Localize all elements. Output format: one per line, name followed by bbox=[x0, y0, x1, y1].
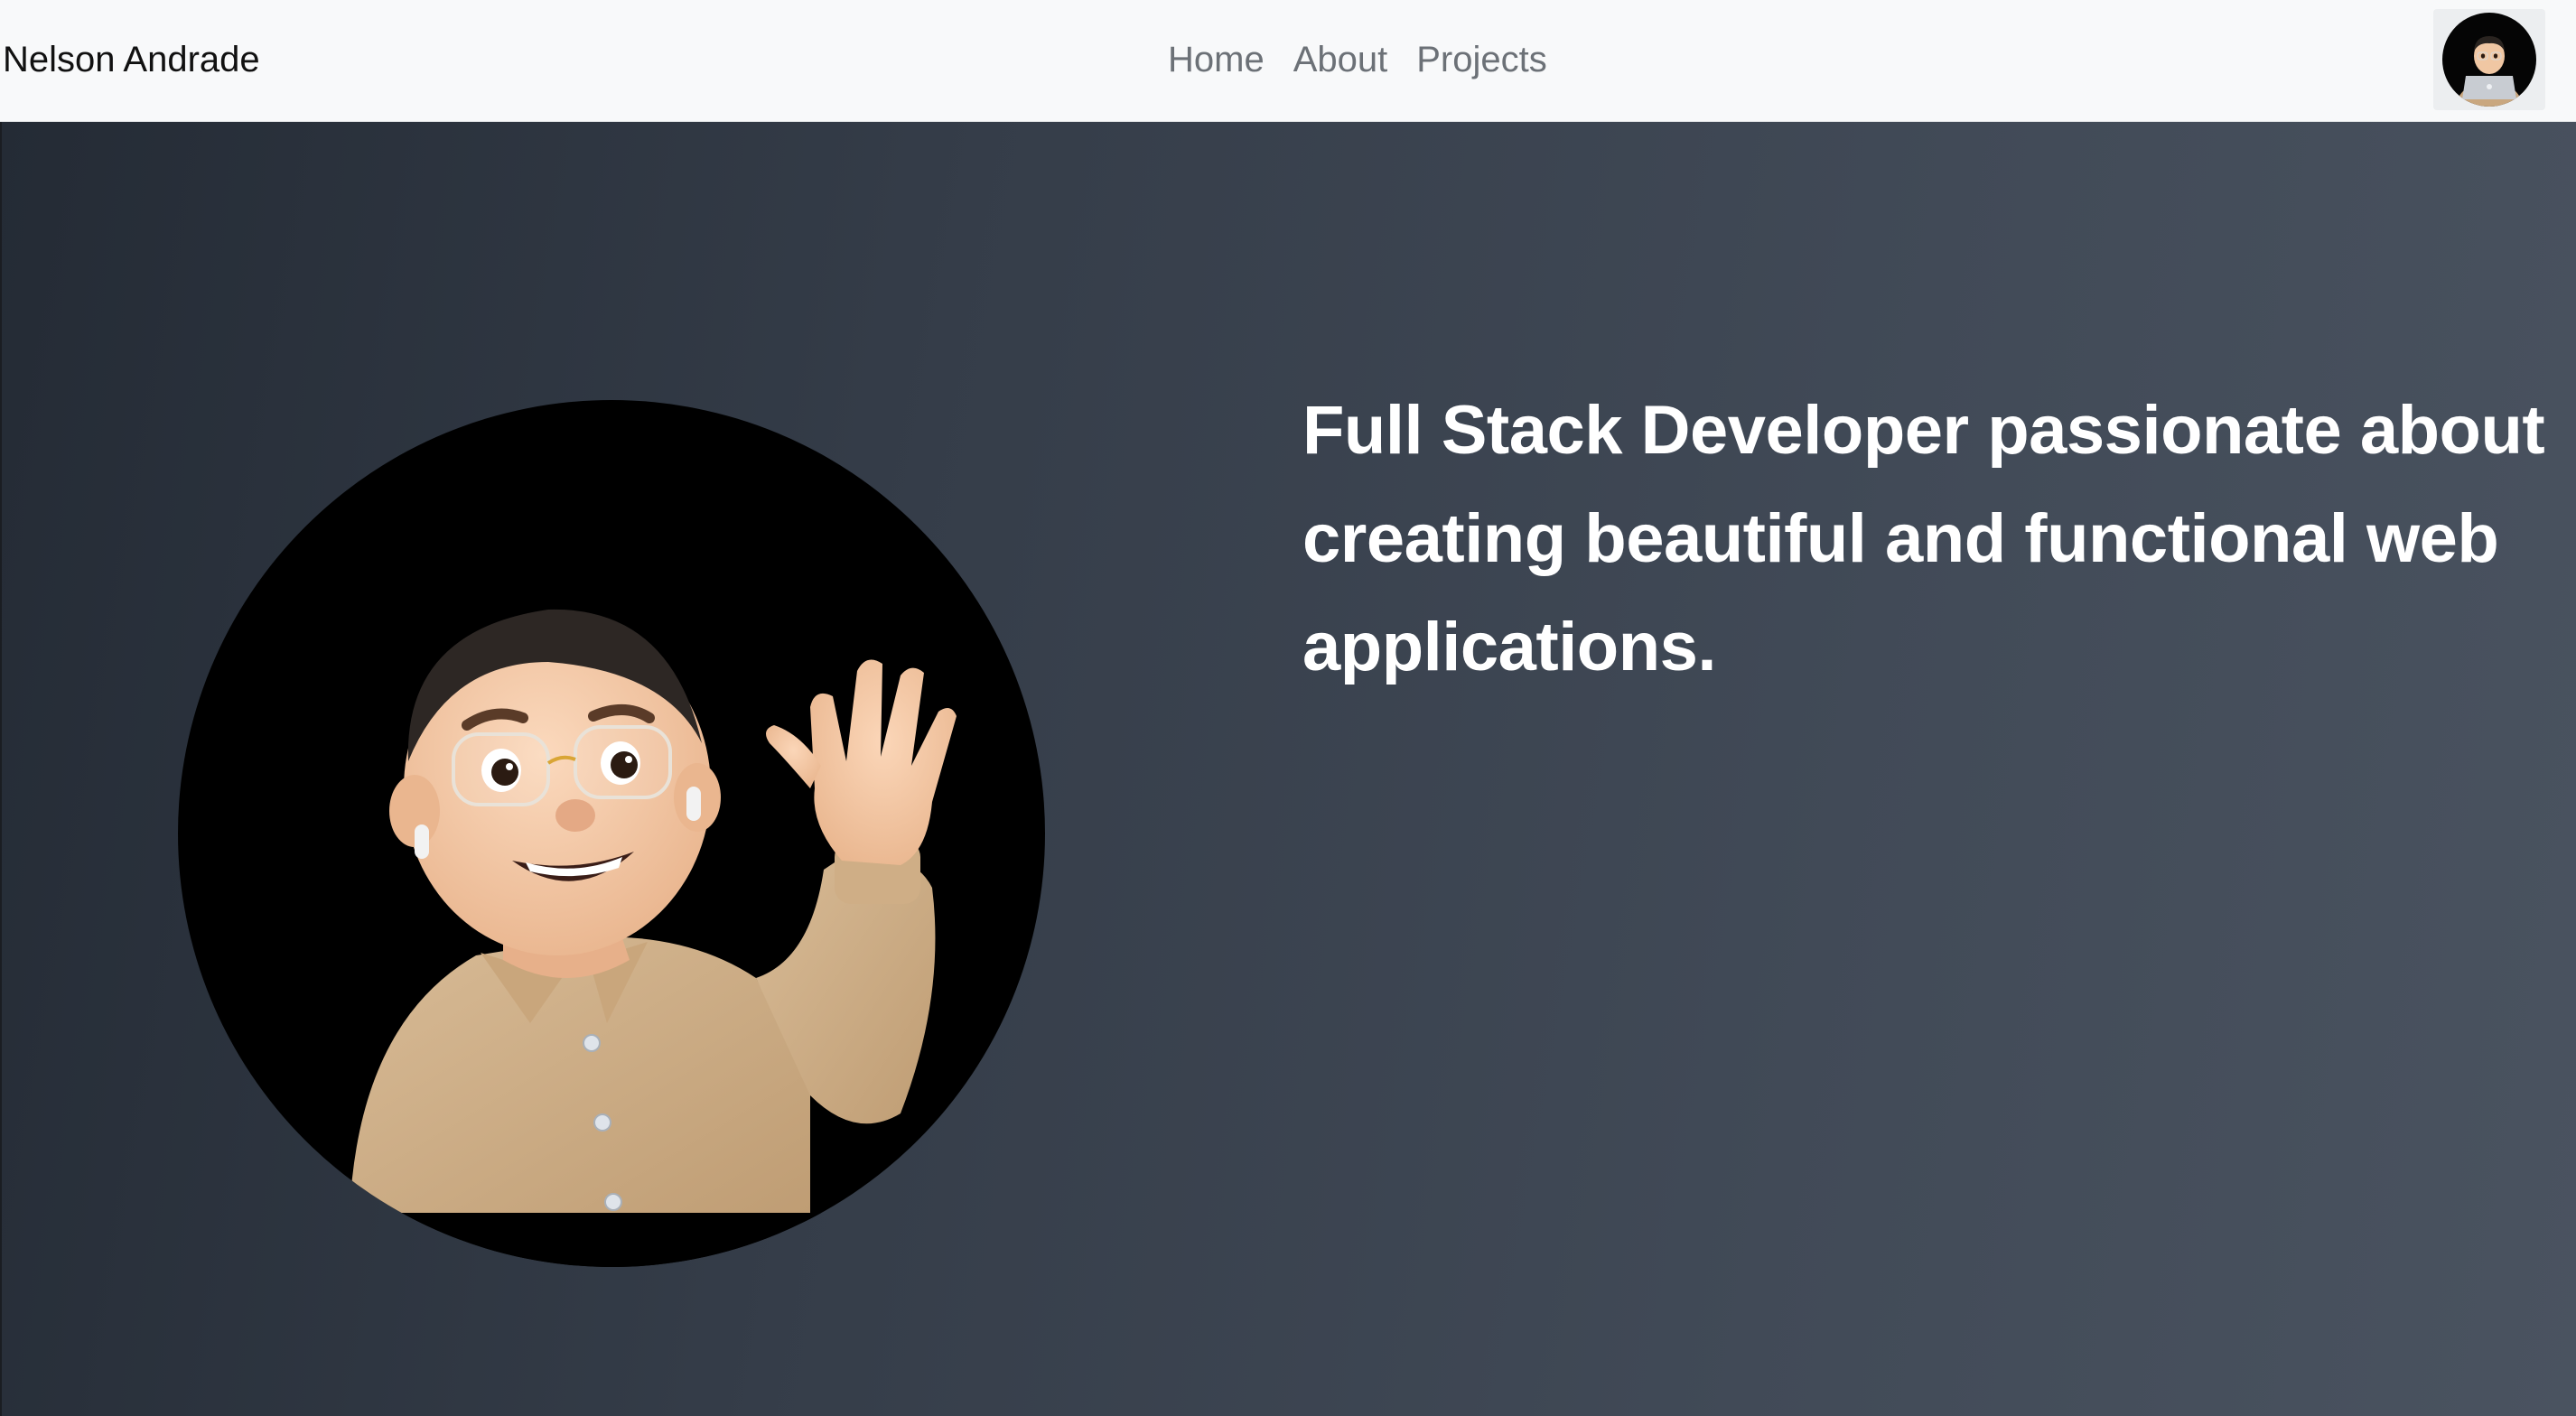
nav-link-projects[interactable]: Projects bbox=[1416, 36, 1547, 83]
nav-link-home[interactable]: Home bbox=[1168, 36, 1265, 83]
nav-link-about[interactable]: About bbox=[1293, 36, 1388, 83]
avatar[interactable] bbox=[2433, 9, 2545, 110]
hero-section: Full Stack Developer passionate about cr… bbox=[0, 122, 2576, 1416]
hero-tagline: Full Stack Developer passionate about cr… bbox=[1302, 392, 2545, 685]
nav-links: Home About Projects bbox=[1168, 36, 1547, 83]
memoji-laptop-avatar-icon bbox=[2442, 13, 2536, 107]
page: Nelson Andrade Home About Projects Full … bbox=[0, 0, 2576, 1416]
navbar: Nelson Andrade Home About Projects bbox=[0, 0, 2576, 122]
waving-memoji-portrait bbox=[178, 400, 1045, 1267]
brand-link[interactable]: Nelson Andrade bbox=[3, 36, 260, 83]
